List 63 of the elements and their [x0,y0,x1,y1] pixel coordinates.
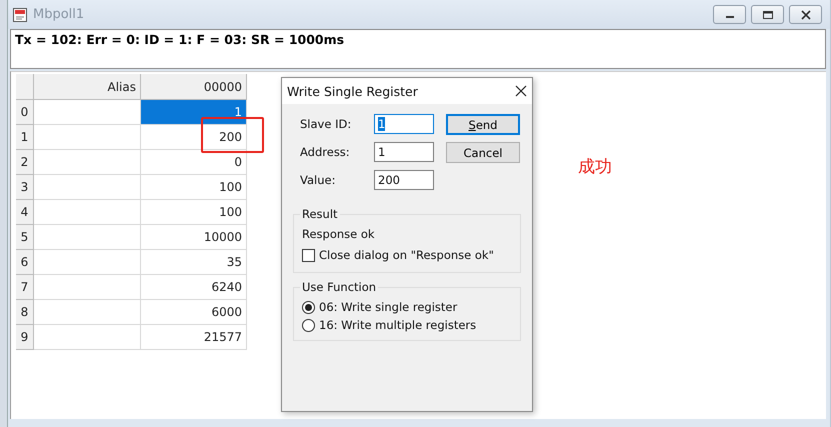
table-cell[interactable] [34,300,141,325]
row-header: 4 [16,200,34,225]
table-cell[interactable] [34,325,141,350]
row-header: 2 [16,150,34,175]
highlight-box [201,117,264,153]
result-message: Response ok [302,227,376,241]
table-cell[interactable]: 100 [141,200,247,225]
field-label: Address: [300,145,350,159]
close-button[interactable] [789,5,822,24]
table-cell[interactable]: 6000 [141,300,247,325]
column-header: 00000 [141,74,247,100]
checkbox[interactable] [302,248,315,262]
row-header: 1 [16,125,34,150]
table-cell[interactable]: 0 [141,150,247,175]
row-header: 9 [16,325,34,350]
close-icon [800,10,810,20]
row-header: 3 [16,175,34,200]
field-label: Value: [300,173,336,187]
row-header: 7 [16,275,34,300]
window-title: Mbpoll1 [33,7,86,22]
minimize-button[interactable] [713,5,746,24]
annotation-text: 成功 [578,156,612,178]
row-header: 5 [16,225,34,250]
radio-button[interactable] [302,300,315,314]
table-cell[interactable]: 21577 [141,325,247,350]
input-field[interactable]: 1 [374,142,434,162]
radio-label: 06: Write single register [319,300,458,314]
table-cell[interactable] [34,200,141,225]
table-cell[interactable] [34,225,141,250]
table-cell[interactable] [34,125,141,150]
table-cell[interactable]: 200 [141,125,247,150]
checkbox-label: Close dialog on "Response ok" [319,248,494,262]
send-button[interactable]: Send [446,114,520,135]
status-text: Tx = 102: Err = 0: ID = 1: F = 03: SR = 1000ms [10,29,826,69]
cancel-button[interactable]: Cancel [446,142,520,163]
close-icon[interactable] [514,84,528,98]
input-field[interactable]: 1 [374,114,434,134]
radio-label: 16: Write multiple registers [319,318,476,332]
table-cell[interactable] [34,250,141,275]
table-cell[interactable] [34,150,141,175]
table-cell[interactable]: 100 [141,175,247,200]
group-title: Use Function [301,280,378,294]
column-header: Alias [34,74,141,100]
table-cell[interactable]: 6240 [141,275,247,300]
table-cell[interactable]: 1 [141,100,247,125]
dialog-title: Write Single Register [287,84,418,98]
field-label: Slave ID: [300,117,352,131]
table-cell[interactable]: 10000 [141,225,247,250]
group-title: Result [301,207,339,221]
minimize-icon [726,16,734,18]
radio-button[interactable] [302,318,315,332]
row-header: 6 [16,250,34,275]
table-cell[interactable] [34,275,141,300]
table-cell[interactable]: 35 [141,250,247,275]
input-field[interactable]: 200 [374,170,434,190]
row-header: 0 [16,100,34,125]
table-cell[interactable] [34,100,141,125]
table-corner [16,74,34,100]
maximize-icon [762,10,772,18]
maximize-button[interactable] [751,5,784,24]
document-icon [12,6,28,22]
table-cell[interactable] [34,175,141,200]
row-header: 8 [16,300,34,325]
